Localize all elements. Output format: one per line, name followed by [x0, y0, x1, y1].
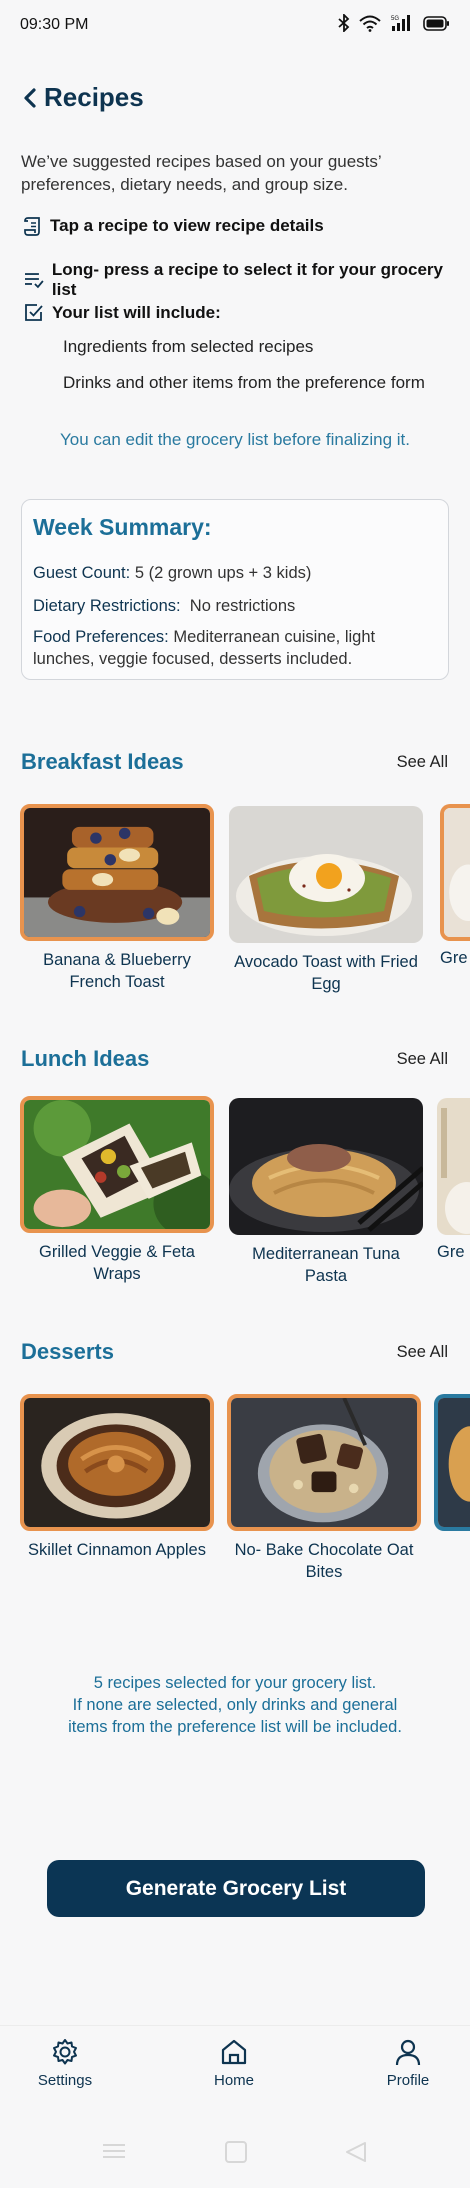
recipe-label: No- Bake Chocolate Oat Bites [234, 1541, 414, 1581]
header: Recipes [22, 82, 144, 113]
food-preferences-line: Food Preferences: Mediterranean cuisine,… [33, 626, 428, 670]
include-item-ingredients: Ingredients from selected recipes [63, 337, 314, 356]
status-time: 09:30 PM [20, 16, 89, 33]
see-all-desserts[interactable]: See All [397, 1343, 448, 1362]
recipe-card-veggie-wraps[interactable]: Grilled Veggie & Feta Wraps [20, 1096, 214, 1285]
recipe-card-peek-desserts[interactable] [434, 1394, 470, 1539]
recipe-label: Mediterranean Tuna Pasta [252, 1245, 400, 1285]
week-summary-card: Week Summary: Guest Count: 5 (2 grown up… [21, 499, 449, 680]
dietary-value: No restrictions [189, 597, 296, 615]
recent-apps-icon[interactable] [102, 2142, 126, 2160]
gear-icon [53, 2039, 77, 2065]
back-chevron-icon[interactable] [22, 87, 38, 109]
recipe-label: Grilled Veggie & Feta Wraps [39, 1243, 195, 1283]
include-heading: Your list will include: [52, 303, 221, 322]
recipe-card-avocado-toast[interactable]: Avocado Toast with Fried Egg [229, 806, 423, 995]
system-nav-bar [0, 2130, 470, 2175]
cellular-5g-icon: 5G [391, 15, 410, 31]
recipe-card-peek-lunch[interactable]: Gre [437, 1098, 470, 1262]
recipe-card-cinnamon-apples[interactable]: Skillet Cinnamon Apples [20, 1394, 214, 1561]
status-bar: 09:30 PM 5G [0, 0, 470, 50]
recipe-photo-veggie-wraps [20, 1096, 214, 1233]
list-check-icon [24, 273, 44, 289]
nav-profile-label: Profile [386, 2072, 430, 2089]
include-item-drinks: Drinks and other items from the preferen… [63, 373, 425, 392]
summary-title: Week Summary: [33, 514, 212, 540]
dietary-label: Dietary Restrictions: [33, 597, 181, 615]
wifi-icon [359, 15, 381, 32]
recipe-photo-tuna-pasta [229, 1098, 423, 1235]
include-heading-row: Your list will include: [24, 303, 221, 323]
section-title-desserts: Desserts [21, 1339, 114, 1364]
network-label: 5G [391, 16, 399, 22]
recipe-label: Avocado Toast with Fried Egg [234, 953, 418, 993]
home-icon [221, 2039, 247, 2065]
recipe-photo-peek [440, 804, 470, 941]
hint-long-press-text: Long- press a recipe to select it for yo… [51, 260, 443, 299]
nav-profile[interactable]: Profile [353, 2038, 463, 2089]
nav-settings-label: Settings [37, 2072, 93, 2089]
recipe-photo-chocolate-oat-bites [227, 1394, 421, 1531]
checkbox-checked-icon [25, 304, 43, 321]
selection-note: 5 recipes selected for your grocery list… [0, 1672, 470, 1738]
section-title-lunch: Lunch Ideas [21, 1046, 150, 1071]
page-title: Recipes [44, 82, 144, 112]
status-icons: 5G [338, 14, 450, 32]
nav-home[interactable]: Home [179, 2038, 289, 2089]
selection-count-text: 5 recipes selected for your grocery list… [93, 1674, 377, 1692]
hint-tap-text: Tap a recipe to view recipe details [50, 216, 324, 235]
edit-note: You can edit the grocery list before fin… [60, 430, 410, 449]
section-title-breakfast: Breakfast Ideas [21, 749, 184, 774]
recipe-photo-cinnamon-apples [20, 1394, 214, 1531]
recipe-card-peek-breakfast[interactable]: Gre [440, 804, 470, 968]
bottom-nav: Settings Home Profile [0, 2025, 470, 2115]
food-pref-label: Food Preferences: [33, 628, 169, 646]
see-all-lunch[interactable]: See All [397, 1050, 448, 1069]
guest-count-line: Guest Count: 5 (2 grown ups + 3 kids) [33, 562, 428, 584]
recipe-card-chocolate-oat-bites[interactable]: No- Bake Chocolate Oat Bites [227, 1394, 421, 1583]
recipe-photo-avocado-toast [229, 806, 423, 943]
recipe-photo-peek [437, 1098, 470, 1235]
dietary-line: Dietary Restrictions: No restrictions [33, 595, 428, 617]
bluetooth-icon [338, 14, 350, 32]
hint-tap-row: Tap a recipe to view recipe details [24, 216, 324, 236]
scroll-recipe-icon [24, 217, 40, 236]
recipe-photo-french-toast [20, 804, 214, 941]
guest-count-value: 5 (2 grown ups + 3 kids) [134, 564, 312, 582]
back-triangle-icon[interactable] [345, 2141, 367, 2163]
recipe-card-french-toast[interactable]: Banana & Blueberry French Toast [20, 804, 214, 993]
battery-icon [423, 15, 449, 31]
recipe-photo-peek [434, 1394, 470, 1531]
recipe-label-peek: Gre [437, 1243, 465, 1261]
guest-count-label: Guest Count: [33, 564, 131, 582]
recipe-card-tuna-pasta[interactable]: Mediterranean Tuna Pasta [229, 1098, 423, 1287]
nav-settings[interactable]: Settings [10, 2038, 120, 2089]
user-icon [395, 2039, 421, 2066]
intro-text: We’ve suggested recipes based on your gu… [21, 152, 382, 194]
nav-home-label: Home [213, 2072, 254, 2089]
see-all-breakfast[interactable]: See All [397, 753, 448, 772]
home-square-icon[interactable] [225, 2141, 247, 2163]
hint-long-press-row: Long- press a recipe to select it for yo… [24, 260, 470, 300]
recipe-label-peek: Gre [440, 949, 468, 967]
recipe-label: Skillet Cinnamon Apples [28, 1541, 206, 1559]
recipe-label: Banana & Blueberry French Toast [43, 951, 191, 991]
selection-fallback-text: If none are selected, only drinks and ge… [68, 1696, 402, 1736]
generate-grocery-list-button[interactable]: Generate Grocery List [47, 1860, 425, 1917]
